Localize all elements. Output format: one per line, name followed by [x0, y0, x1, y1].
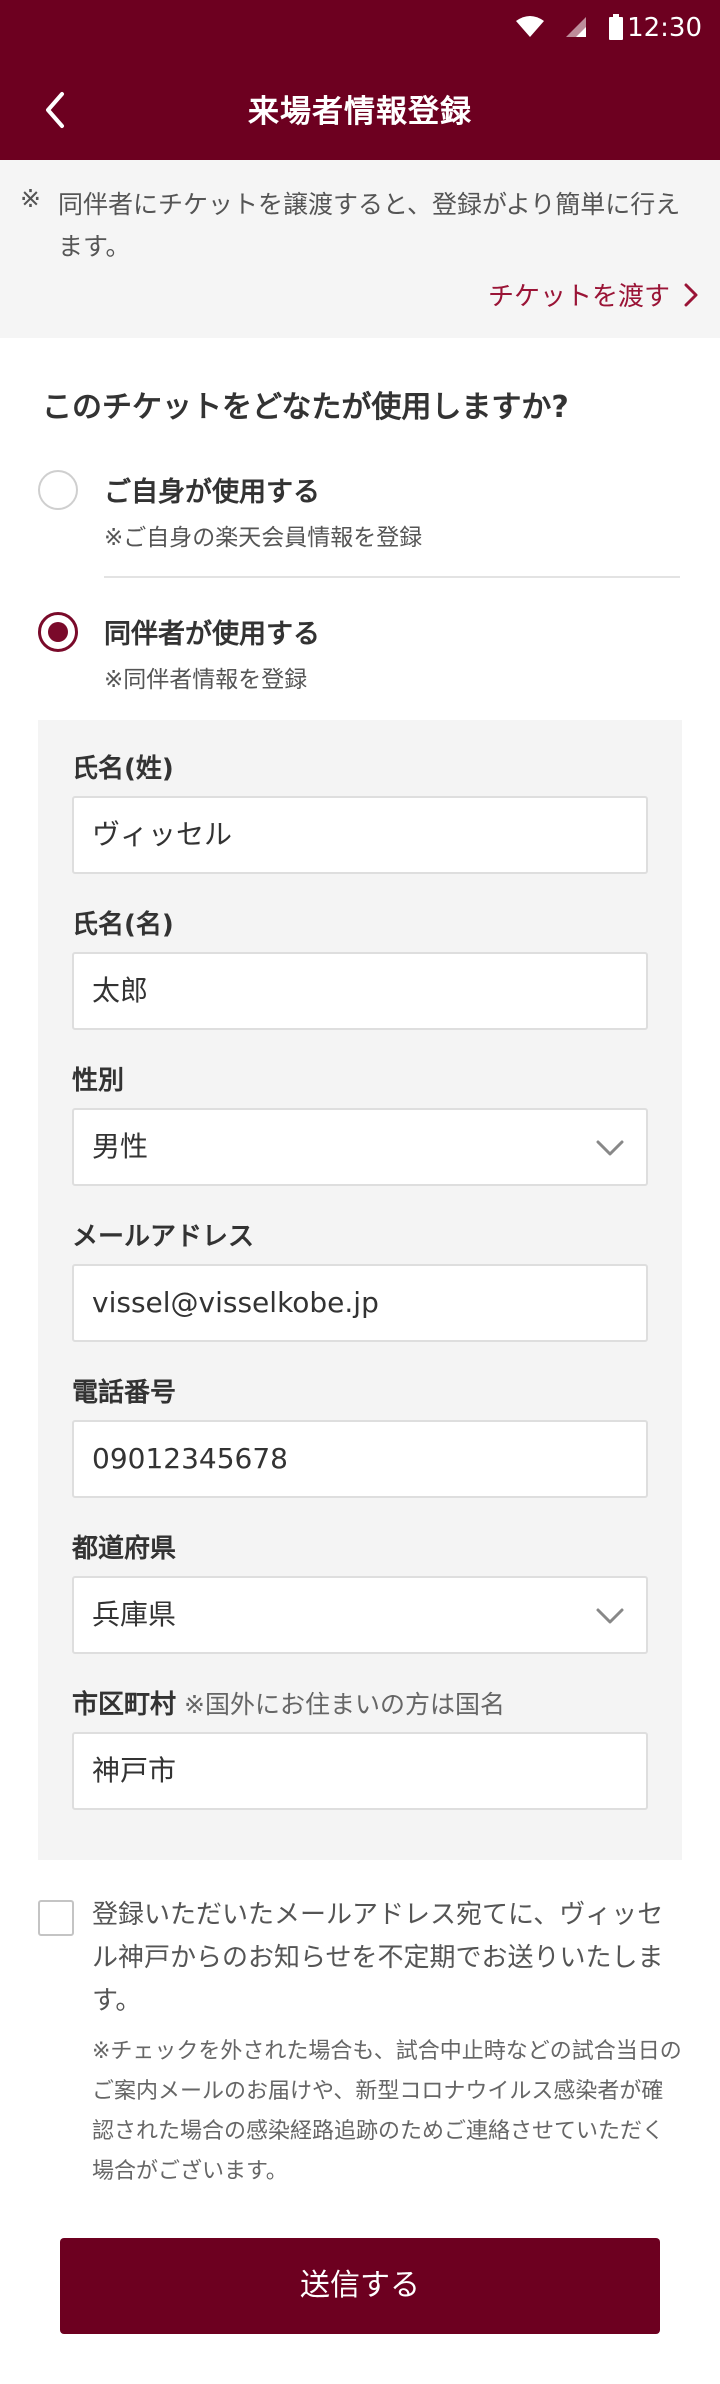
chevron-down-icon — [596, 1140, 624, 1156]
consent-checkbox[interactable] — [38, 1900, 74, 1936]
city-value: 神戸市 — [92, 1754, 177, 1787]
consent-text: 登録いただいたメールアドレス宛てに、ヴィッセル神戸からのお知らせを不定期でお送り… — [92, 1900, 664, 2016]
submit-button[interactable]: 送信する — [60, 2238, 660, 2334]
gender-label: 性別 — [72, 1066, 125, 1096]
city-label: 市区町村 ※国外にお住まいの方は国名 — [72, 1684, 505, 1721]
signal-icon — [566, 17, 586, 37]
title-bar: 来場者情報登録 — [0, 56, 720, 160]
transfer-notice: ※ 同伴者にチケットを譲渡すると、登録がより簡単に行えます。 チケットを渡す — [0, 160, 720, 338]
notice-mark: ※ — [20, 184, 41, 213]
status-icons — [516, 12, 624, 42]
email-value: vissel@visselkobe.jp — [92, 1286, 379, 1319]
first-name-input[interactable]: 太郎 — [72, 952, 648, 1030]
radio-companion[interactable] — [38, 612, 78, 652]
prefecture-select[interactable]: 兵庫県 — [72, 1576, 648, 1654]
city-input[interactable]: 神戸市 — [72, 1732, 648, 1810]
gender-value: 男性 — [92, 1130, 149, 1163]
first-name-label: 氏名(名) — [72, 910, 174, 940]
status-bar: 12:30 — [0, 0, 720, 56]
city-label-text: 市区町村 — [72, 1690, 177, 1720]
chevron-right-icon — [684, 283, 698, 306]
phone-label: 電話番号 — [72, 1378, 177, 1408]
option-companion-sub: ※同伴者情報を登録 — [104, 667, 308, 693]
prefecture-value: 兵庫県 — [92, 1598, 177, 1631]
phone-input[interactable]: 09012345678 — [72, 1420, 648, 1498]
usage-question: このチケットをどなたが使用しますか? — [42, 390, 569, 425]
notice-text: 同伴者にチケットを譲渡すると、登録がより簡単に行えます。 — [58, 190, 681, 261]
battery-icon — [609, 14, 623, 40]
option-self[interactable]: ご自身が使用する ※ご自身の楽天会員情報を登録 — [38, 470, 678, 554]
city-label-note: ※国外にお住まいの方は国名 — [184, 1690, 505, 1719]
email-input[interactable]: vissel@visselkobe.jp — [72, 1264, 648, 1342]
last-name-label: 氏名(姓) — [72, 754, 174, 784]
status-time: 12:30 — [627, 13, 702, 43]
gender-select[interactable]: 男性 — [72, 1108, 648, 1186]
app-header: 12:30 来場者情報登録 — [0, 0, 720, 160]
transfer-ticket-link[interactable]: チケットを渡す — [488, 276, 698, 313]
last-name-input[interactable]: ヴィッセル — [72, 796, 648, 874]
chevron-down-icon — [596, 1608, 624, 1624]
first-name-value: 太郎 — [92, 974, 149, 1007]
radio-self[interactable] — [38, 470, 78, 510]
option-divider — [104, 576, 680, 578]
email-label: メールアドレス — [72, 1222, 255, 1252]
option-self-sub: ※ご自身の楽天会員情報を登録 — [104, 525, 423, 551]
option-companion-label: 同伴者が使用する — [104, 619, 320, 650]
last-name-value: ヴィッセル — [92, 818, 233, 851]
companion-form: 氏名(姓) ヴィッセル 氏名(名) 太郎 性別 男性 メールアドレス visse… — [38, 720, 682, 1860]
transfer-link-label: チケットを渡す — [487, 282, 670, 312]
option-self-label: ご自身が使用する — [104, 477, 320, 508]
phone-value: 09012345678 — [92, 1442, 288, 1475]
page-title: 来場者情報登録 — [248, 94, 472, 130]
consent-note: ※チェックを外された場合も、試合中止時などの試合当日のご案内メールのお届けや、新… — [92, 2039, 682, 2184]
wifi-icon — [516, 16, 544, 37]
option-companion[interactable]: 同伴者が使用する ※同伴者情報を登録 — [38, 612, 678, 696]
prefecture-label: 都道府県 — [72, 1534, 177, 1564]
